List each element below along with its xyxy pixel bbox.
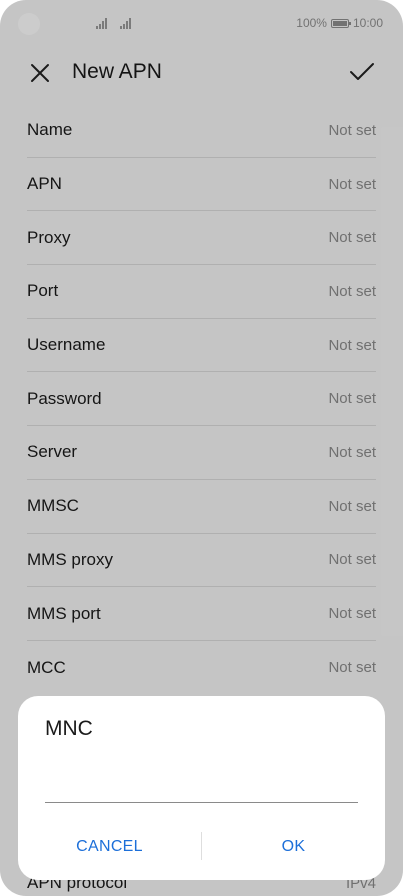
mnc-input[interactable] — [45, 762, 358, 803]
mnc-dialog: MNC CANCEL OK — [18, 696, 385, 880]
dialog-title: MNC — [45, 717, 93, 740]
ok-button[interactable]: OK — [202, 831, 385, 863]
cancel-button[interactable]: CANCEL — [18, 831, 201, 863]
phone-screen: 100% 10:00 New APN Name Not set APN Not … — [0, 0, 403, 896]
